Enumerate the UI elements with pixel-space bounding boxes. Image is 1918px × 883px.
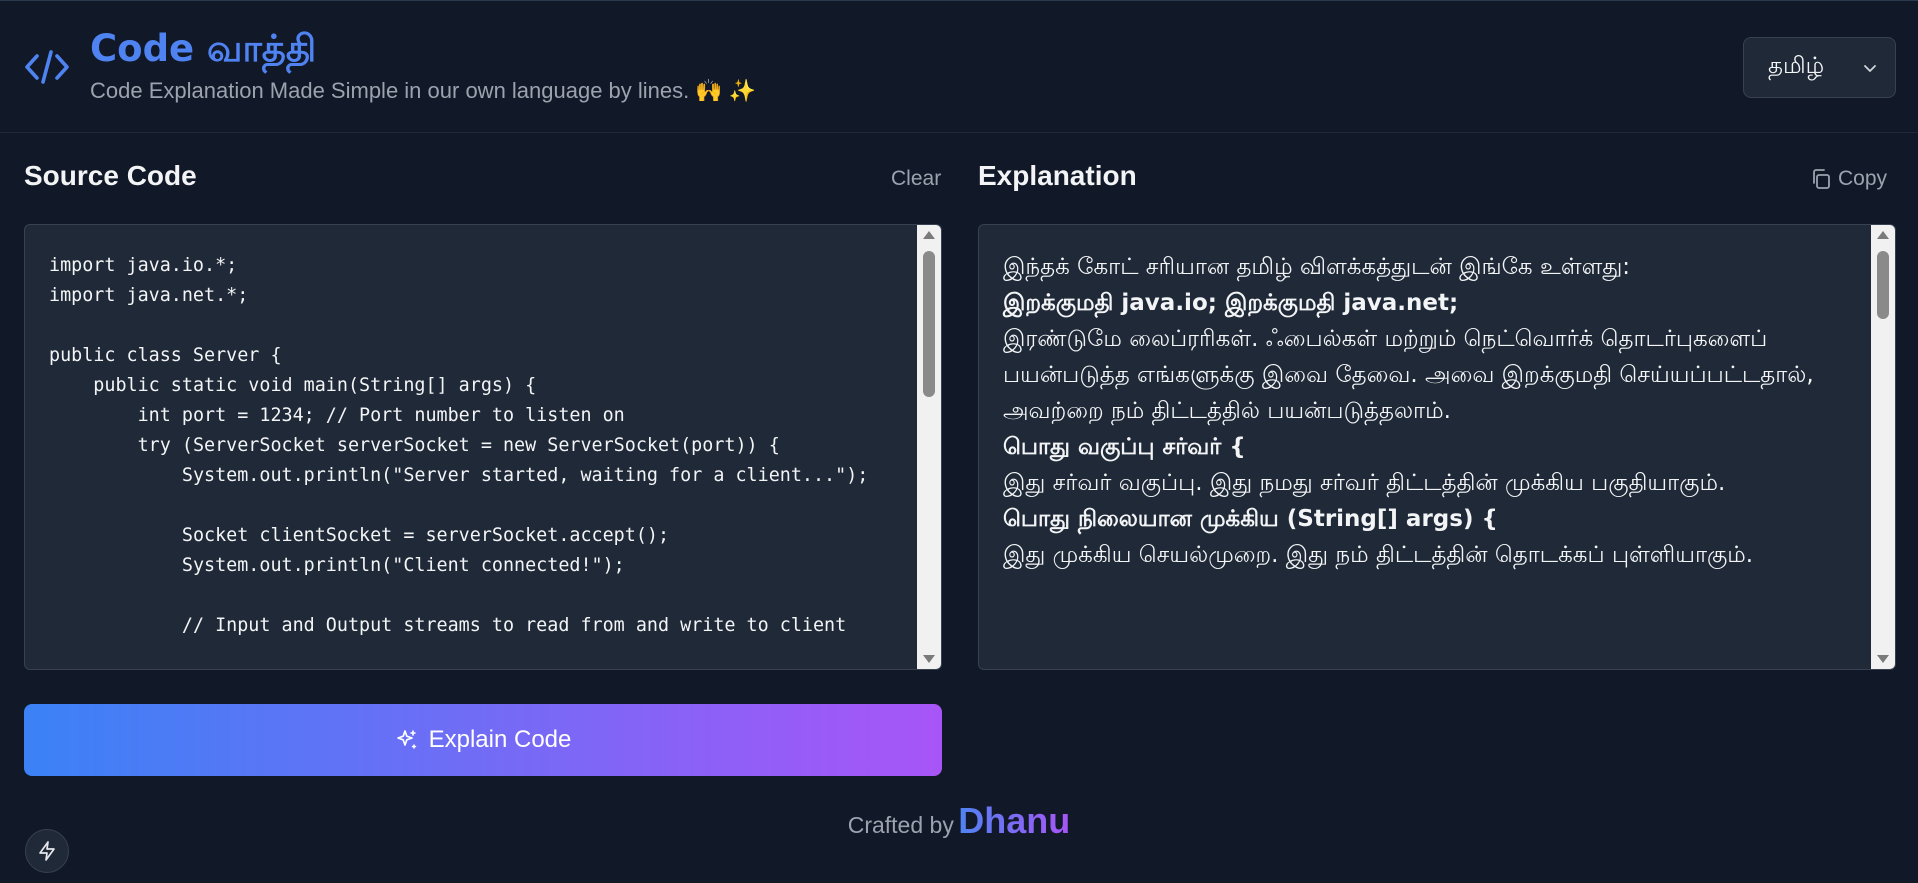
copy-button[interactable]: Copy (1810, 167, 1887, 191)
footer-author: Dhanu (958, 800, 1071, 841)
app-title: Code வாத்தி (90, 27, 317, 70)
app-header: Code வாத்தி Code Explanation Made Simple… (0, 0, 1918, 133)
explanation-scroll-thumb[interactable] (1877, 251, 1889, 319)
explanation-line: இந்தக் கோட் சரியான தமிழ் விளக்கத்துடன் இ… (1003, 254, 1631, 280)
explanation-line: பொது வகுப்பு சர்வர் { (1003, 434, 1246, 460)
source-code-scrollbar[interactable] (917, 225, 941, 669)
explain-code-button[interactable]: Explain Code (24, 704, 942, 776)
explain-code-label: Explain Code (428, 726, 572, 753)
footer: Crafted by Dhanu (0, 800, 1918, 842)
explanation-line: இது முக்கிய செயல்முறை. இது நம் திட்டத்தி… (1003, 542, 1754, 568)
copy-label: Copy (1838, 167, 1888, 190)
source-code-editor[interactable]: import java.io.*; import java.net.*; pub… (24, 224, 942, 670)
scroll-down-arrow-icon[interactable] (923, 655, 935, 663)
chevron-down-icon (1864, 65, 1876, 72)
explanation-line: இறக்குமதி java.io; இறக்குமதி java.net; (1003, 290, 1459, 316)
scroll-up-arrow-icon[interactable] (1877, 231, 1889, 239)
clear-button[interactable]: Clear (891, 167, 941, 191)
bolt-button[interactable] (25, 829, 69, 873)
explanation-line: பொது நிலையான முக்கிய (String[] args) { (1003, 506, 1498, 532)
language-selected-value: தமிழ் (1768, 53, 1825, 79)
explanation-line: இது சர்வர் வகுப்பு. இது நமது சர்வர் திட்… (1003, 470, 1726, 496)
source-code-title: Source Code (24, 160, 197, 191)
source-code-scroll-thumb[interactable] (923, 251, 935, 397)
source-code-text[interactable]: import java.io.*; import java.net.*; pub… (25, 225, 917, 641)
sparkles-icon (396, 730, 416, 749)
language-select[interactable]: தமிழ் (1743, 37, 1896, 98)
footer-crafted-by: Crafted by (847, 812, 954, 838)
explanation-text: இந்தக் கோட் சரியான தமிழ் விளக்கத்துடன் இ… (979, 225, 1871, 573)
copy-icon (1813, 169, 1830, 189)
lightning-bolt-icon (39, 841, 55, 861)
explanation-scrollbar[interactable] (1871, 225, 1895, 669)
app-subtitle: Code Explanation Made Simple in our own … (90, 78, 757, 103)
explanation-line: இரண்டுமே லைப்ரரிகள். ஃபைல்கள் மற்றும் நெ… (1003, 326, 1814, 424)
scroll-up-arrow-icon[interactable] (923, 231, 935, 239)
explanation-output: இந்தக் கோட் சரியான தமிழ் விளக்கத்துடன் இ… (978, 224, 1896, 670)
scroll-down-arrow-icon[interactable] (1877, 655, 1889, 663)
explanation-title: Explanation (978, 160, 1137, 191)
code-brackets-icon (25, 50, 69, 84)
